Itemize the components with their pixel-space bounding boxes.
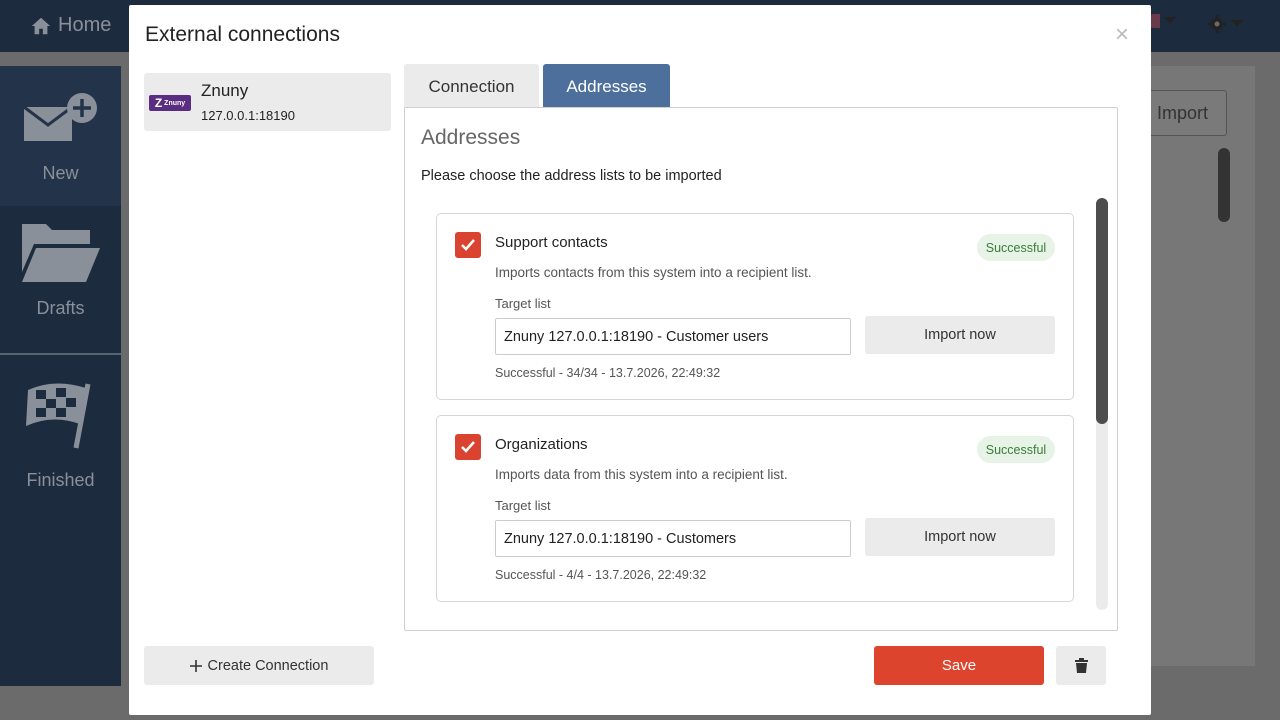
gear-icon xyxy=(1208,15,1226,33)
address-list-card: Organizations Successful Imports data fr… xyxy=(436,415,1074,602)
caret-down-icon xyxy=(1231,20,1243,27)
plus-icon xyxy=(189,659,202,672)
sidebar-item-label: New xyxy=(42,163,79,183)
caret-down-icon xyxy=(1164,17,1176,24)
sidebar-item-drafts[interactable]: Drafts xyxy=(0,206,121,352)
dialog-title: External connections xyxy=(145,23,340,46)
znuny-logo-text: Znuny xyxy=(164,99,186,107)
card-title: Organizations xyxy=(495,436,588,453)
connection-list-item[interactable]: Z Znuny Znuny 127.0.0.1:18190 xyxy=(144,73,391,131)
create-connection-label: Create Connection xyxy=(207,657,329,674)
delete-button[interactable] xyxy=(1056,646,1106,685)
settings-menu[interactable] xyxy=(1207,14,1243,34)
status-badge: Successful xyxy=(977,234,1055,261)
target-list-field[interactable]: Znuny 127.0.0.1:18190 - Customers xyxy=(495,520,851,557)
target-list-label: Target list xyxy=(495,498,551,513)
scrollbar-thumb[interactable] xyxy=(1096,198,1108,424)
create-connection-button[interactable]: Create Connection xyxy=(144,646,374,685)
connection-address: 127.0.0.1:18190 xyxy=(201,108,295,123)
znuny-logo: Z Znuny xyxy=(149,95,191,111)
background-import-label: Import xyxy=(1156,102,1208,123)
tab-connection[interactable]: Connection xyxy=(404,64,539,109)
target-list-label: Target list xyxy=(495,296,551,311)
trash-icon xyxy=(1074,658,1088,673)
import-now-button[interactable]: Import now xyxy=(865,316,1055,354)
connection-name: Znuny xyxy=(201,81,249,100)
import-status: Successful - 34/34 - 13.7.2026, 22:49:32 xyxy=(495,366,721,380)
import-checkbox[interactable] xyxy=(455,232,481,258)
addresses-panel: Addresses Please choose the address list… xyxy=(404,107,1118,631)
sidebar-item-label: Drafts xyxy=(36,298,85,318)
checkered-flag-icon xyxy=(26,383,91,449)
close-icon[interactable]: × xyxy=(1115,23,1129,47)
sidebar-divider xyxy=(0,353,121,355)
home-icon xyxy=(31,17,51,34)
sidebar: New Drafts Finished xyxy=(0,66,121,686)
check-icon xyxy=(461,239,475,251)
home-link[interactable]: Home xyxy=(30,14,111,37)
new-mail-icon xyxy=(23,93,97,141)
address-lists-scroll-area[interactable]: Support contacts Successful Imports cont… xyxy=(405,198,1117,610)
sidebar-item-label: Finished xyxy=(26,470,95,490)
save-button[interactable]: Save xyxy=(874,646,1044,685)
background-import-button: Import xyxy=(1138,90,1227,136)
background-panel xyxy=(1150,66,1255,666)
home-label: Home xyxy=(58,14,112,36)
card-description: Imports data from this system into a rec… xyxy=(495,467,788,482)
panel-title: Addresses xyxy=(421,126,521,149)
folder-icon xyxy=(22,224,100,282)
tab-addresses[interactable]: Addresses xyxy=(543,64,670,109)
target-list-field[interactable]: Znuny 127.0.0.1:18190 - Customer users xyxy=(495,318,851,355)
background-scrollbar xyxy=(1218,148,1230,222)
status-badge: Successful xyxy=(977,436,1055,463)
import-checkbox[interactable] xyxy=(455,434,481,460)
import-now-button[interactable]: Import now xyxy=(865,518,1055,556)
check-icon xyxy=(461,441,475,453)
external-connections-dialog: External connections × Z Znuny Znuny 127.… xyxy=(129,5,1151,715)
panel-description: Please choose the address lists to be im… xyxy=(421,168,722,184)
address-list-card: Support contacts Successful Imports cont… xyxy=(436,213,1074,400)
import-status: Successful - 4/4 - 13.7.2026, 22:49:32 xyxy=(495,568,707,582)
sidebar-item-finished[interactable]: Finished xyxy=(0,356,121,506)
language-menu[interactable] xyxy=(1148,14,1176,28)
card-description: Imports contacts from this system into a… xyxy=(495,265,812,280)
sidebar-item-new[interactable]: New xyxy=(0,66,121,206)
card-title: Support contacts xyxy=(495,234,608,251)
